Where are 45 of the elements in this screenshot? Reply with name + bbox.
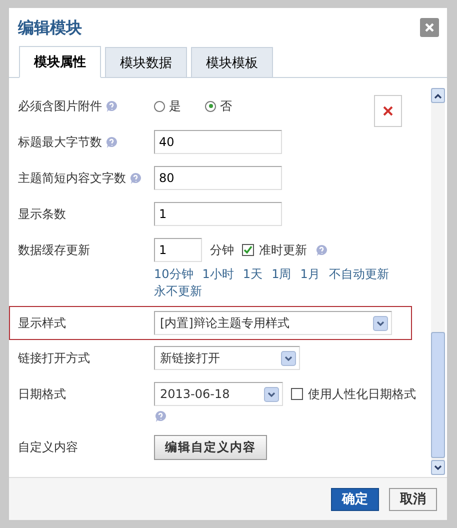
dropdown[interactable]: 2013-06-18 [154,382,283,406]
field-label: 数据缓存更新 [18,242,90,258]
text-field[interactable]: 1 [154,202,282,226]
interval-link[interactable]: 不自动更新 [328,266,389,283]
close-button[interactable] [420,18,439,37]
up-caret-icon [434,92,442,98]
unit-label: 分钟 [210,242,234,258]
confirm-button[interactable]: 确定 [331,488,379,510]
field-label: 日期格式 [18,386,66,402]
tab[interactable]: 模块属性 [19,46,101,78]
checkbox[interactable] [291,388,303,400]
interval-link[interactable]: 1周 [272,266,292,283]
text-field[interactable]: 80 [154,166,282,190]
interval-link[interactable]: 10分钟 [154,266,194,283]
checkbox[interactable] [242,244,254,256]
interval-link[interactable]: 1月 [300,266,320,283]
checkbox-label: 准时更新 [259,242,307,258]
text-field[interactable]: 40 [154,130,282,154]
interval-link[interactable]: 1天 [242,266,263,283]
down-caret-icon [434,464,442,470]
text-field[interactable]: 1 [154,238,202,262]
interval-link[interactable]: 1小时 [202,266,234,283]
edit-button[interactable]: 编辑自定义内容 [154,434,267,460]
field-label: 链接打开方式 [18,350,90,366]
scrollbar-thumb[interactable] [431,332,445,458]
radio-option[interactable]: 是 [154,98,181,114]
dropdown[interactable]: [内置]辩论主题专用样式 [154,311,392,335]
field-label: 自定义内容 [18,438,78,456]
scroll-up-button[interactable] [431,88,445,103]
tab[interactable]: 模块模板 [191,47,273,78]
field-label: 必须含图片附件 [18,98,102,114]
field-label: 显示条数 [18,206,66,222]
field-label: 标题最大字节数 [18,134,102,150]
dropdown[interactable]: 新链接打开 [154,346,300,370]
checkbox-label: 使用人性化日期格式 [308,386,416,402]
interval-link[interactable]: 永不更新 [154,283,202,300]
cancel-button[interactable]: 取消 [389,488,437,510]
scroll-down-button[interactable] [431,460,445,475]
field-label: 主题简短内容文字数 [18,170,126,186]
tab[interactable]: 模块数据 [105,47,187,78]
field-label: 显示样式 [18,314,66,332]
close-icon [424,22,435,33]
broken-image-icon [374,95,402,127]
dialog-title: 编辑模块 [18,18,82,39]
radio-option[interactable]: 否 [205,98,232,114]
